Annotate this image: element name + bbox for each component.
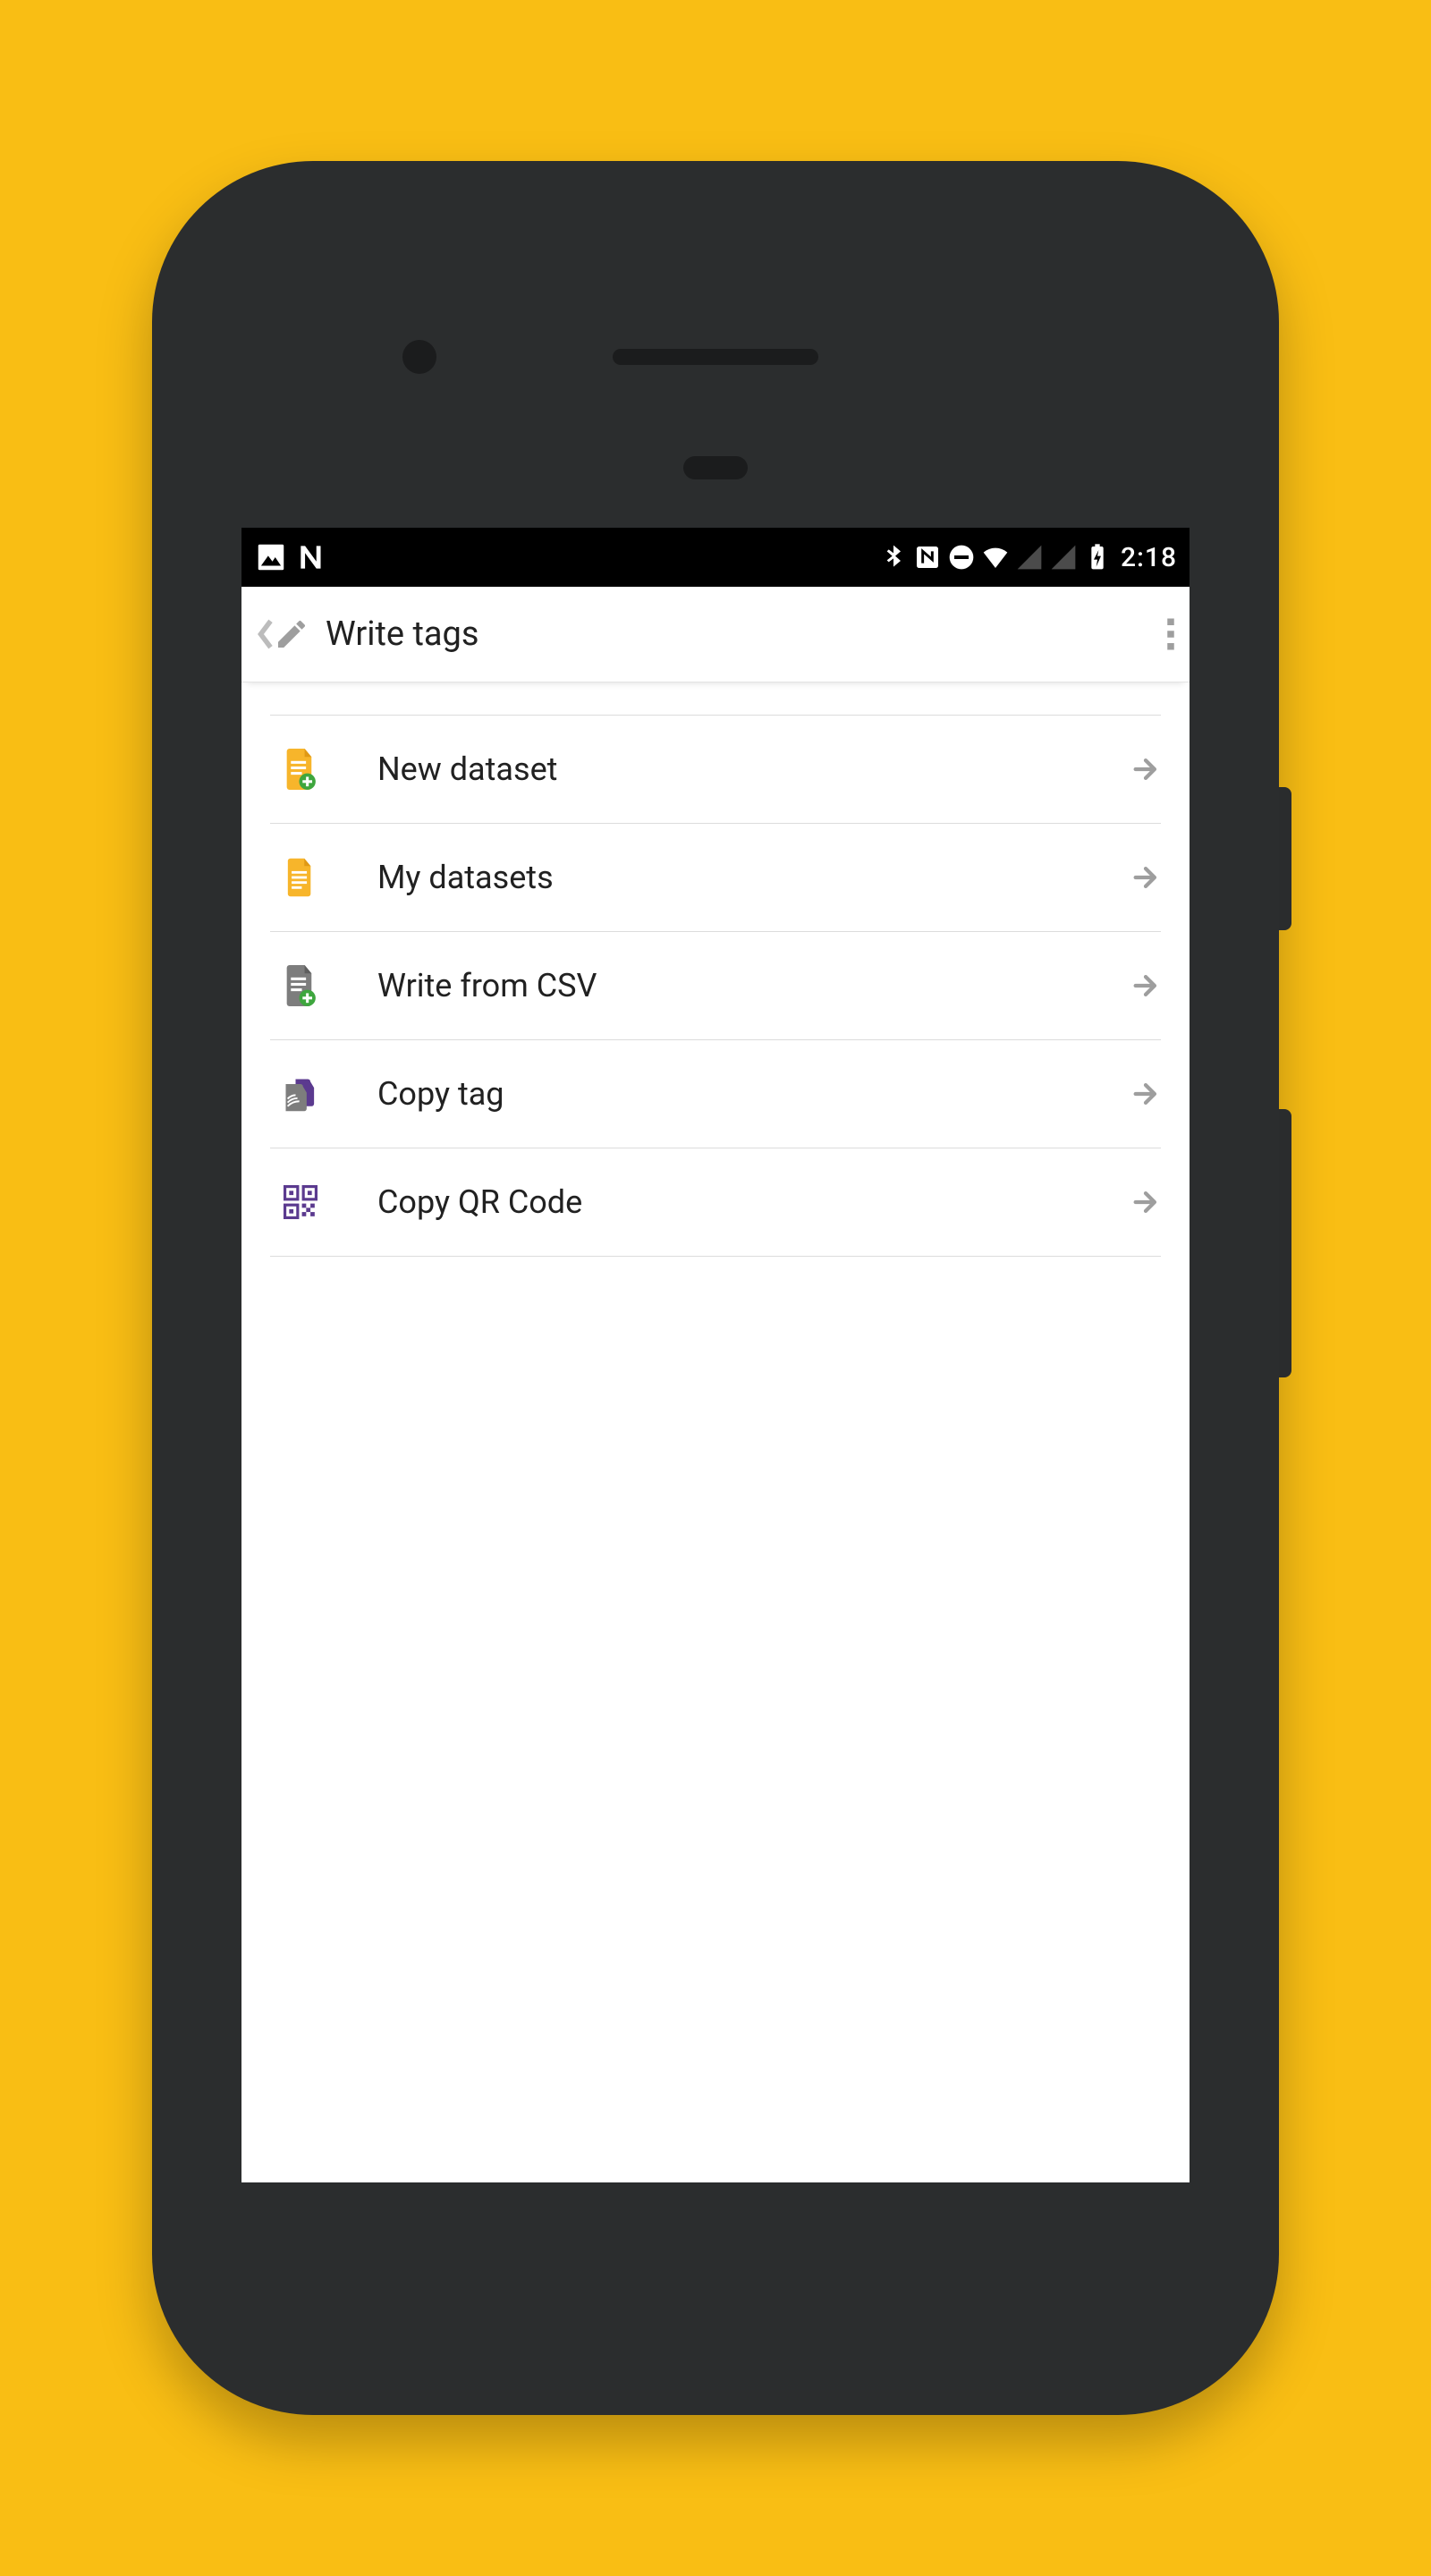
- app-bar: Write tags: [241, 587, 1190, 682]
- edit-icon: [274, 616, 309, 652]
- menu-list: New dataset My datasets: [241, 682, 1190, 1257]
- bluetooth-icon: [879, 543, 908, 572]
- nfc-icon: [913, 543, 942, 572]
- menu-item-label: Write from CSV: [331, 967, 1130, 1004]
- chevron-right-icon: [1130, 754, 1161, 784]
- menu-item-label: Copy tag: [331, 1075, 1130, 1113]
- power-button: [1279, 787, 1291, 930]
- volume-button: [1279, 1109, 1291, 1377]
- sensor: [683, 456, 748, 479]
- file-csv-icon: [270, 965, 331, 1006]
- status-bar: 2:18: [241, 528, 1190, 587]
- android-n-icon: [295, 540, 329, 574]
- qr-icon: [270, 1185, 331, 1219]
- menu-item-my-datasets[interactable]: My datasets: [270, 823, 1161, 931]
- menu-item-label: Copy QR Code: [331, 1183, 1130, 1221]
- menu-item-copy-tag[interactable]: Copy tag: [270, 1039, 1161, 1148]
- file-icon: [270, 858, 331, 897]
- menu-item-write-csv[interactable]: Write from CSV: [270, 931, 1161, 1039]
- picture-icon: [254, 540, 288, 574]
- earpiece: [613, 349, 818, 365]
- copy-tag-icon: [270, 1074, 331, 1114]
- chevron-right-icon: [1130, 1079, 1161, 1109]
- screen: 2:18 Write tags: [241, 528, 1190, 2182]
- chevron-right-icon: [1130, 970, 1161, 1001]
- signal-1-icon: [1015, 543, 1044, 572]
- chevron-right-icon: [1130, 862, 1161, 893]
- signal-2-icon: [1049, 543, 1078, 572]
- menu-item-label: New dataset: [331, 750, 1130, 788]
- menu-item-label: My datasets: [331, 859, 1130, 896]
- file-add-icon: [270, 749, 331, 790]
- dnd-icon: [947, 543, 976, 572]
- status-clock: 2:18: [1121, 542, 1177, 573]
- battery-charging-icon: [1083, 543, 1112, 572]
- page-title: Write tags: [326, 614, 1166, 654]
- wifi-icon: [981, 543, 1010, 572]
- chevron-right-icon: [1130, 1187, 1161, 1217]
- overflow-menu-button[interactable]: [1166, 616, 1175, 652]
- phone-frame: 2:18 Write tags: [152, 161, 1279, 2415]
- menu-item-new-dataset[interactable]: New dataset: [270, 715, 1161, 823]
- front-camera: [402, 340, 436, 374]
- menu-item-copy-qr[interactable]: Copy QR Code: [270, 1148, 1161, 1257]
- back-button[interactable]: [256, 614, 275, 654]
